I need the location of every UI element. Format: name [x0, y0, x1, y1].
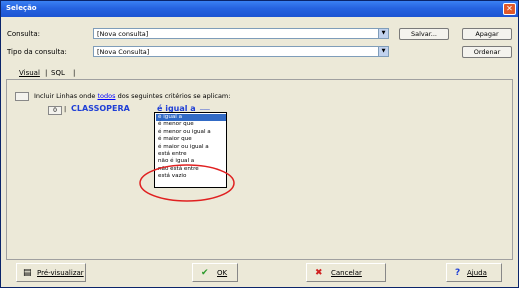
cancel-icon: ✖ — [315, 268, 323, 278]
checkmark-icon: ✔ — [201, 268, 209, 278]
preview-icon: ▤ — [23, 268, 32, 278]
cancel-button[interactable]: ✖ Cancelar — [306, 263, 386, 282]
footer-bar: ▤ Pré-visualizar ✔ OK ✖ Cancelar ? Ajuda — [6, 263, 513, 283]
annotation-overlay — [139, 164, 235, 202]
ok-button[interactable]: ✔ OK — [192, 263, 238, 282]
help-icon: ? — [455, 268, 461, 278]
selection-dialog: Seleção ✕ Consulta: [Nova consulta] ▼ Sa… — [0, 0, 519, 288]
annotation-circle — [139, 164, 235, 202]
help-button[interactable]: ? Ajuda — [446, 263, 502, 282]
preview-button[interactable]: ▤ Pré-visualizar — [16, 263, 86, 282]
